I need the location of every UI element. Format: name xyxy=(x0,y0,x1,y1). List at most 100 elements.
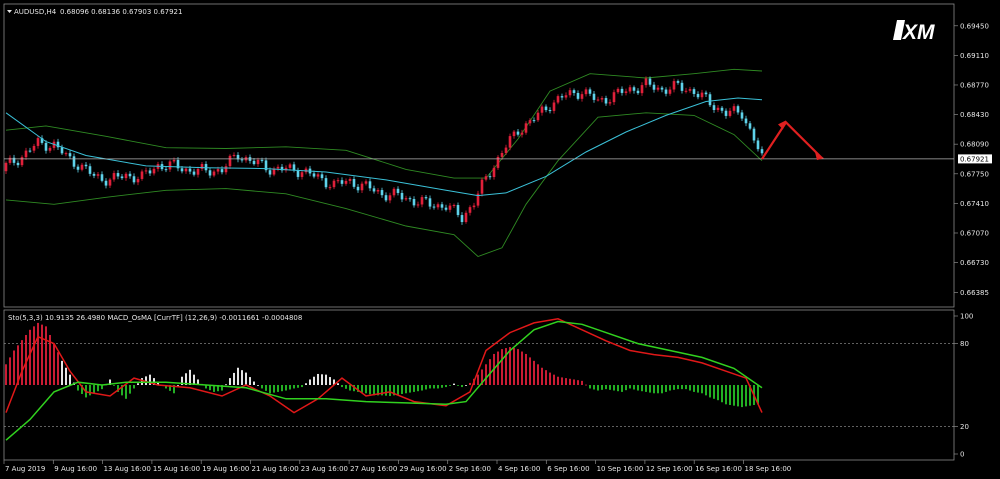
candle-body xyxy=(88,166,92,174)
candle-body xyxy=(756,140,760,150)
candle-body xyxy=(204,164,208,171)
candle-body xyxy=(436,204,440,208)
osma-bar xyxy=(345,385,347,389)
candle-body xyxy=(164,169,168,171)
osma-bar xyxy=(465,385,467,386)
osma-bar xyxy=(721,385,723,403)
osma-bar xyxy=(545,370,547,385)
osma-bar xyxy=(313,376,315,385)
candle-body xyxy=(96,174,100,176)
time-tick-label: 2 Sep 16:00 xyxy=(449,465,491,473)
osma-bar xyxy=(417,385,419,392)
candle-body xyxy=(548,110,552,112)
candle-body xyxy=(660,87,664,90)
osma-bar xyxy=(453,383,455,385)
candle-body xyxy=(712,105,716,110)
candle-body xyxy=(100,174,104,181)
candle-body xyxy=(700,92,704,98)
candle-body xyxy=(328,187,332,189)
candle-body xyxy=(48,147,52,151)
osma-bar xyxy=(485,364,487,385)
candle-body xyxy=(716,107,720,110)
osma-bar xyxy=(513,348,515,385)
time-tick-label: 18 Sep 16:00 xyxy=(745,465,792,473)
osma-bar xyxy=(321,374,323,385)
osma-bar xyxy=(725,385,727,405)
osma-bar xyxy=(537,364,539,385)
price-tick-label: 0.67070 xyxy=(960,229,989,237)
candle-body xyxy=(656,87,660,90)
candle-body xyxy=(620,88,624,93)
candle-body xyxy=(760,149,764,154)
candle-body xyxy=(84,164,88,167)
osma-bar xyxy=(557,376,559,385)
osma-bar xyxy=(585,384,587,386)
candle-body xyxy=(708,94,712,106)
osma-bar xyxy=(409,385,411,393)
osc-tick-label: 0 xyxy=(960,451,964,459)
osma-bar xyxy=(441,385,443,388)
osma-bar xyxy=(609,385,611,390)
osma-bar xyxy=(389,385,391,397)
candle-body xyxy=(500,153,504,157)
price-tick-label: 0.67410 xyxy=(960,200,989,208)
osma-bar xyxy=(629,385,631,389)
osma-bar xyxy=(437,385,439,389)
candle-body xyxy=(720,107,724,111)
price-tick-label: 0.67750 xyxy=(960,170,989,178)
osma-bar xyxy=(253,381,255,385)
candle-body xyxy=(116,173,120,177)
current-price-label: 0.67921 xyxy=(960,155,989,163)
trading-chart[interactable]: AUDUSD,H4 0.68096 0.68136 0.67903 0.6792… xyxy=(0,0,1000,479)
candle-body xyxy=(140,171,144,179)
candle-body xyxy=(316,174,320,177)
candle-body xyxy=(256,159,260,165)
candle-body xyxy=(372,188,376,192)
candle-body xyxy=(576,92,580,99)
osma-bar xyxy=(577,380,579,385)
osma-bar xyxy=(93,385,95,394)
osma-bar xyxy=(397,385,399,395)
candle-body xyxy=(136,178,140,183)
candle-body xyxy=(180,168,184,172)
price-tick-label: 0.69450 xyxy=(960,22,989,30)
candle-body xyxy=(724,110,728,116)
candle-body xyxy=(172,159,176,162)
candle-body xyxy=(432,206,436,208)
osma-bar xyxy=(265,385,267,391)
candle-body xyxy=(388,195,392,201)
candle-body xyxy=(652,84,656,90)
osma-bar xyxy=(341,385,343,388)
candle-body xyxy=(588,89,592,94)
candle-body xyxy=(232,154,236,156)
candle-body xyxy=(688,89,692,91)
osma-bar xyxy=(525,353,527,385)
osma-bar xyxy=(277,385,279,392)
candle-body xyxy=(72,156,76,167)
symbol-header[interactable]: AUDUSD,H4 xyxy=(14,8,57,16)
candle-body xyxy=(364,181,368,184)
osc-tick-label: 100 xyxy=(960,313,973,321)
candle-body xyxy=(640,85,644,94)
osma-bar xyxy=(229,378,231,385)
osma-bar xyxy=(349,385,351,391)
osma-bar xyxy=(653,385,655,394)
osma-bar xyxy=(661,385,663,394)
osma-bar xyxy=(449,385,451,386)
candle-body xyxy=(636,90,640,94)
candle-body xyxy=(584,89,588,95)
osma-bar xyxy=(433,385,435,389)
osma-bar xyxy=(573,379,575,385)
candle-body xyxy=(532,120,536,122)
candle-body xyxy=(216,169,220,172)
candle-body xyxy=(468,207,472,213)
price-tick-label: 0.68430 xyxy=(960,111,989,119)
candle-body xyxy=(196,168,200,175)
candle-body xyxy=(508,136,512,148)
candle-body xyxy=(520,132,524,135)
candle-body xyxy=(560,96,564,98)
candle-body xyxy=(580,94,584,99)
osma-bar xyxy=(249,377,251,385)
candle-body xyxy=(404,198,408,200)
osma-bar xyxy=(701,385,703,394)
